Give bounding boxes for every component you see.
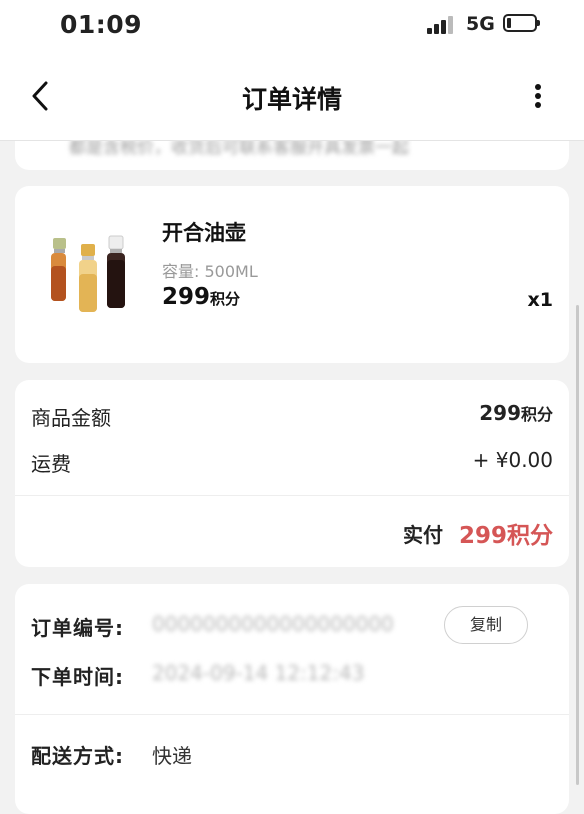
product-card[interactable]: 开合油壶 容量: 500ML 299积分 x1 <box>15 186 569 363</box>
product-quantity: x1 <box>527 289 553 311</box>
more-button[interactable] <box>526 78 550 114</box>
nav-bar: 订单详情 <box>0 52 584 141</box>
product-thumbnail <box>51 235 125 312</box>
battery-icon <box>503 14 540 32</box>
scrollbar[interactable] <box>576 305 579 785</box>
product-name: 开合油壶 <box>162 221 246 245</box>
divider <box>15 495 569 496</box>
goods-amount-number: 299 <box>479 401 521 425</box>
order-time-label: 下单时间: <box>31 665 124 689</box>
notice-text: 都是含税价，收货后可联系客服开具发票一起 <box>69 141 409 158</box>
order-info-card: 订单编号: 0000000000000000000 复制 下单时间: 2024-… <box>15 584 569 814</box>
paid-label: 实付 <box>403 523 443 547</box>
order-number-label: 订单编号: <box>31 616 124 640</box>
paid-value: 299积分 <box>458 523 553 549</box>
notice-card: 都是含税价，收货后可联系客服开具发票一起 <box>15 141 569 170</box>
goods-amount-label: 商品金额 <box>31 406 111 430</box>
delivery-method-value: 快递 <box>152 744 192 768</box>
amount-summary-card: 商品金额 299积分 运费 + ¥0.00 实付 299积分 <box>15 380 569 567</box>
copy-button[interactable]: 复制 <box>444 606 528 644</box>
shipping-label: 运费 <box>31 452 71 476</box>
product-price-unit: 积分 <box>210 290 241 308</box>
delivery-method-label: 配送方式: <box>31 744 124 768</box>
page-title: 订单详情 <box>241 85 342 114</box>
divider <box>15 714 569 715</box>
order-time-value: 2024-09-14 12:12:43 <box>152 661 365 685</box>
shipping-value: + ¥0.00 <box>472 448 553 472</box>
signal-icon <box>427 16 455 34</box>
product-spec: 容量: 500ML <box>162 262 258 281</box>
status-time: 01:09 <box>60 10 143 39</box>
product-price-value: 299 <box>162 284 211 310</box>
network-type: 5G <box>466 13 495 35</box>
more-dots-icon <box>535 84 541 90</box>
goods-amount-unit: 积分 <box>520 405 553 424</box>
status-bar: 01:09 5G <box>0 0 584 52</box>
goods-amount-value: 299积分 <box>479 401 553 425</box>
product-price: 299积分 <box>162 284 240 310</box>
order-number-value: 0000000000000000000 <box>152 612 394 636</box>
